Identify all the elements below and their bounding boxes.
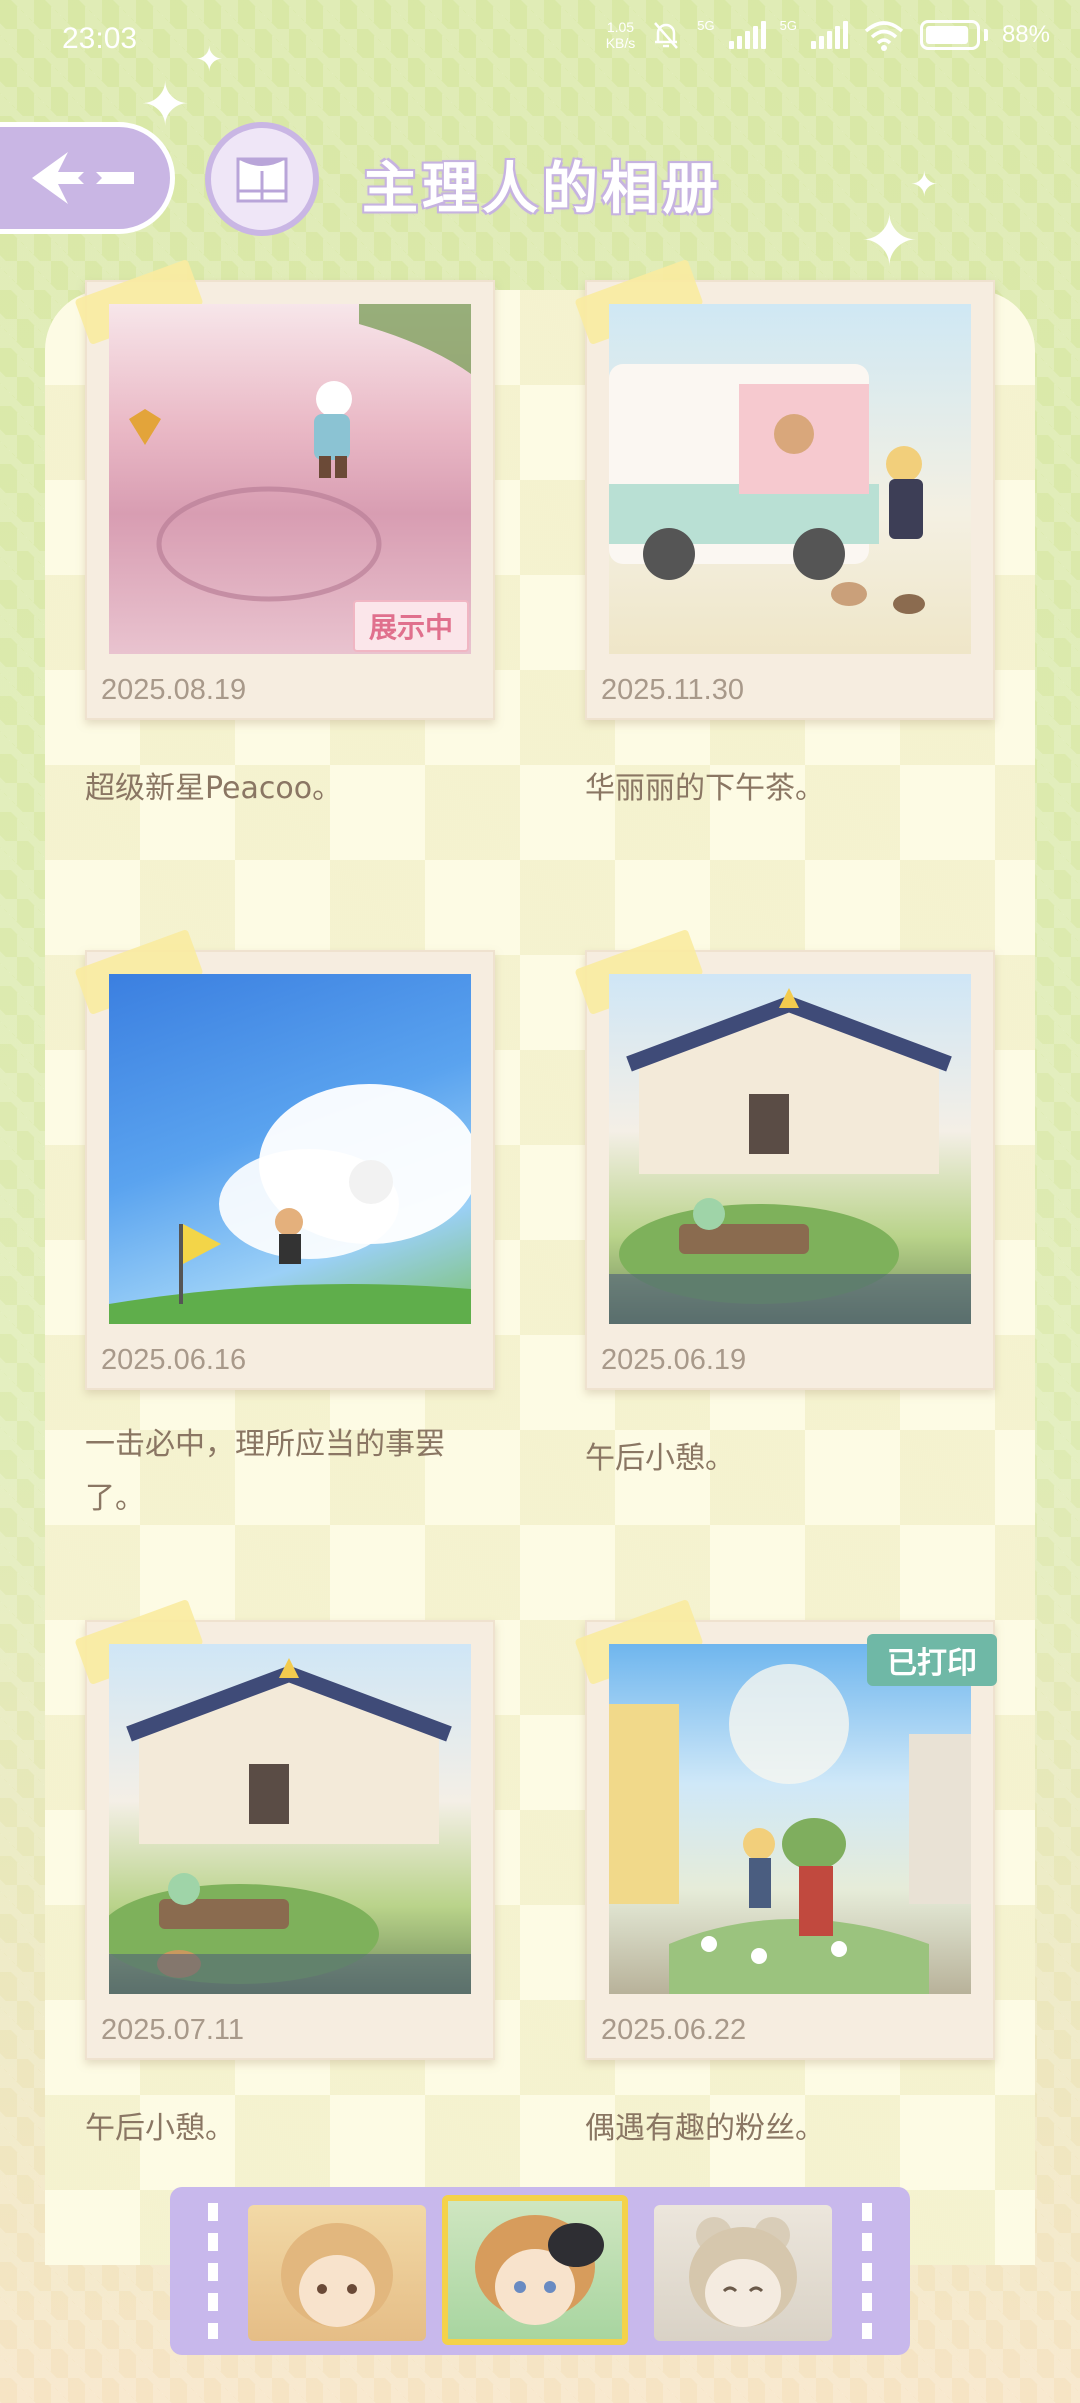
photo-image [609, 304, 971, 654]
photo-date: 2025.06.19 [601, 1344, 747, 1376]
photo-caption: 华丽丽的下午茶。 [585, 771, 825, 806]
photo-card[interactable]: 已打印 2025.06.22 [574, 1598, 997, 2060]
photo-date: 2025.08.19 [101, 674, 247, 706]
character-avatar-2-selected[interactable] [442, 2195, 628, 2345]
network-speed: 1.05 KB/s [605, 19, 636, 51]
signal-icon [728, 21, 766, 49]
battery-icon [919, 20, 980, 50]
back-arrow-icon [31, 152, 134, 204]
photo-image [109, 1644, 471, 1994]
photo-image [609, 974, 971, 1324]
character-avatar-1[interactable] [248, 2205, 426, 2341]
sparkle-icon: ✦ [195, 40, 224, 80]
photo-image [109, 974, 471, 1324]
album-theme-button[interactable] [205, 122, 319, 236]
photo-date: 2025.06.22 [601, 2014, 747, 2046]
photo-image [609, 1644, 971, 1994]
photo-caption: 超级新星Peacoo。 [85, 771, 343, 806]
photo-caption: 午后小憩。 [85, 2111, 235, 2146]
bell-muted-icon [654, 22, 679, 49]
photo-date: 2025.06.16 [101, 1344, 247, 1376]
photo-card[interactable]: 2025.11.30 [574, 258, 995, 720]
status-badge-displaying: 展示中 [352, 600, 469, 652]
status-bar: 23:03 1.05 KB/s 5G 5G 88% [62, 18, 1050, 55]
sparkle-icon: ✦ [910, 165, 939, 205]
photo-caption: 一击必中，理所应当的事罢了。 [85, 1427, 445, 1516]
photo-card[interactable]: 2025.06.19 [574, 928, 995, 1390]
photo-image: 展示中 [109, 304, 471, 654]
page-title: 主理人的相册 [362, 157, 722, 222]
sparkle-icon: ✦ [860, 200, 919, 282]
photo-caption: 午后小憩。 [585, 1441, 735, 1476]
character-selector-bar [170, 2187, 910, 2355]
wardrobe-icon [236, 157, 288, 203]
photo-card[interactable]: 2025.07.11 [74, 1598, 495, 2060]
photo-card[interactable]: 2025.06.16 [74, 928, 495, 1390]
photo-card[interactable]: 展示中 2025.08.19 [74, 258, 495, 720]
film-strip-decoration [208, 2203, 218, 2339]
photo-caption: 偶遇有趣的粉丝。 [585, 2111, 825, 2146]
status-badge-printed: 已打印 [867, 1634, 997, 1686]
battery-level: 88% [1001, 21, 1050, 48]
photo-date: 2025.11.30 [601, 674, 744, 706]
film-strip-decoration [862, 2203, 872, 2339]
signal-icon-2 [810, 21, 848, 49]
wifi-icon [864, 21, 904, 51]
status-time: 23:03 [62, 22, 138, 55]
back-button[interactable] [0, 122, 175, 234]
photo-date: 2025.07.11 [101, 2014, 244, 2046]
character-avatar-3[interactable] [654, 2205, 832, 2341]
